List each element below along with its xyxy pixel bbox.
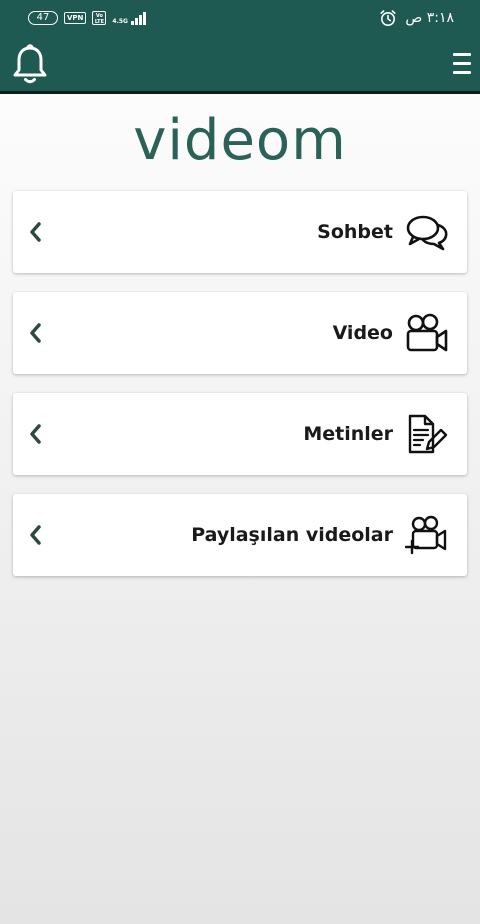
network-type: 4.5G [112, 18, 128, 25]
chevron-left-icon [30, 424, 41, 444]
menu-item-label: Metinler [303, 423, 393, 445]
menu-item-label: Sohbet [317, 221, 393, 243]
status-right: ٣:١٨ ص [379, 9, 454, 27]
menu-item-label: Paylaşılan videolar [191, 524, 393, 546]
chevron-left-icon [30, 323, 41, 343]
chat-bubbles-icon [406, 215, 448, 251]
menu-item-label: Video [332, 322, 393, 344]
app-logo: videom [133, 108, 347, 173]
status-bar: 47 VPN Vo LTE 4.5G ٣:١٨ ص [0, 0, 480, 36]
document-pen-icon [408, 414, 448, 454]
menu-item-video[interactable]: Video [13, 292, 467, 374]
chevron-left-icon [30, 525, 41, 545]
signal-icon: 4.5G [112, 11, 146, 25]
bell-icon[interactable] [11, 43, 49, 87]
volte-badge: Vo LTE [92, 11, 107, 25]
status-indicators: 47 VPN Vo LTE 4.5G [28, 11, 146, 25]
menu-item-metinler[interactable]: Metinler [13, 393, 467, 475]
video-camera-plus-icon [405, 515, 447, 555]
app-bar [0, 36, 480, 94]
chevron-left-icon [30, 222, 41, 242]
menu-item-sohbet[interactable]: Sohbet [13, 191, 467, 273]
hamburger-icon[interactable] [453, 53, 471, 77]
video-camera-icon [406, 313, 448, 352]
battery-indicator: 47 [28, 11, 58, 25]
vpn-badge: VPN [64, 12, 87, 24]
clock-time: ٣:١٨ ص [405, 10, 454, 26]
menu-item-paylasilan-videolar[interactable]: Paylaşılan videolar [13, 494, 467, 576]
alarm-clock-icon [380, 10, 396, 26]
